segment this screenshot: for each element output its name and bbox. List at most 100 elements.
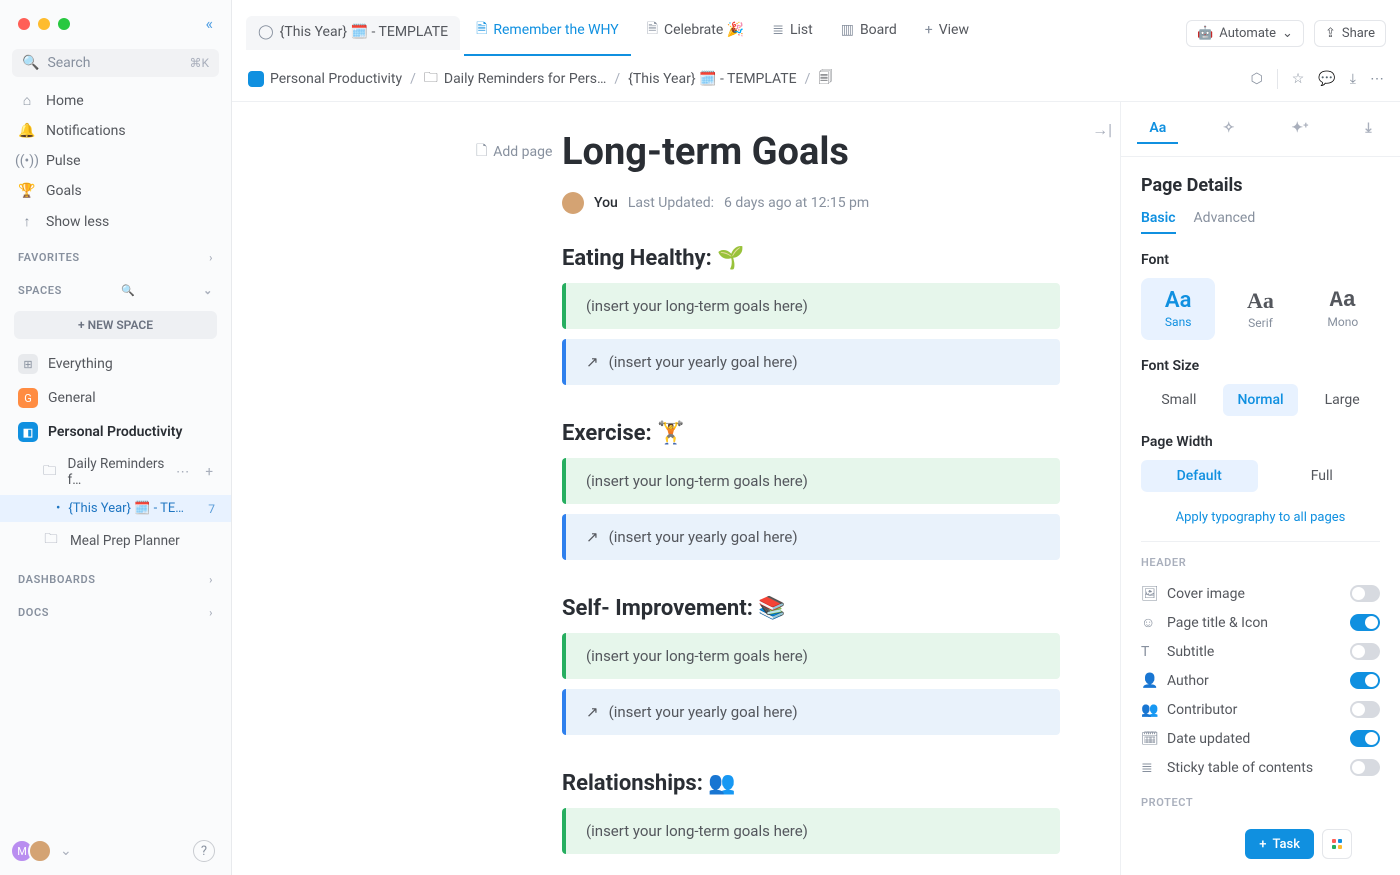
automate-button[interactable]: 🤖Automate⌄ — [1186, 20, 1304, 47]
space-icon: G — [18, 388, 38, 408]
folder-daily-reminders[interactable]: 🗀Daily Reminders f…⋯+ — [0, 449, 231, 495]
width-default[interactable]: Default — [1141, 460, 1258, 492]
chevron-down-icon: ⌄ — [1282, 26, 1293, 41]
tab-remember-why[interactable]: 🗎Remember the WHY — [464, 10, 631, 56]
folder-meal-prep[interactable]: 🗀Meal Prep Planner — [0, 522, 231, 559]
docs-header[interactable]: DOCS› — [0, 592, 231, 625]
plus-icon: + — [925, 22, 933, 38]
toggle-title-icon: ☺Page title & Icon — [1141, 608, 1380, 637]
toggle[interactable] — [1350, 701, 1380, 718]
robot-icon: 🤖 — [1197, 26, 1213, 41]
longterm-goal-block[interactable]: (insert your long-term goals here) — [562, 458, 1060, 504]
toggle[interactable] — [1350, 585, 1380, 602]
yearly-goal-block[interactable]: ↗(insert your yearly goal here) — [562, 514, 1060, 560]
window-maximize[interactable] — [58, 18, 70, 30]
nav-goals[interactable]: 🏆Goals — [0, 176, 231, 206]
yearly-goal-block[interactable]: ↗(insert your yearly goal here) — [562, 339, 1060, 385]
font-label: Font — [1141, 252, 1380, 268]
font-serif[interactable]: AaSerif — [1223, 278, 1297, 340]
star-icon[interactable]: ☆ — [1292, 71, 1305, 87]
toggle[interactable] — [1350, 759, 1380, 776]
section-exercise[interactable]: Exercise: 🏋️ — [562, 421, 1060, 446]
width-full[interactable]: Full — [1264, 460, 1381, 492]
page-width-label: Page Width — [1141, 434, 1380, 450]
search-input[interactable]: 🔍 Search ⌘K — [12, 49, 219, 77]
new-task-button[interactable]: +Task — [1245, 829, 1314, 859]
spaces-header[interactable]: SPACES🔍⌄ — [0, 270, 231, 303]
apps-button[interactable] — [1322, 829, 1352, 859]
toggle[interactable] — [1350, 730, 1380, 747]
toggle[interactable] — [1350, 672, 1380, 689]
yearly-goal-block[interactable]: ↗(insert your yearly goal here) — [562, 689, 1060, 735]
toggle[interactable] — [1350, 643, 1380, 660]
tab-add-view[interactable]: +View — [913, 14, 981, 52]
size-large[interactable]: Large — [1304, 384, 1380, 416]
window-minimize[interactable] — [38, 18, 50, 30]
tab-this-year[interactable]: ◯{This Year} 🗓️ - TEMPLATE — [246, 16, 460, 50]
toggle-subtitle: TSubtitle — [1141, 637, 1380, 666]
subtab-advanced[interactable]: Advanced — [1194, 210, 1256, 234]
font-mono[interactable]: AaMono — [1306, 278, 1380, 340]
calendar-icon: 🗓 — [1141, 731, 1157, 747]
font-sans[interactable]: AaSans — [1141, 278, 1215, 340]
longterm-goal-block[interactable]: (insert your long-term goals here) — [562, 633, 1060, 679]
rpanel-tab-relations[interactable]: ✦⁺ — [1279, 114, 1320, 144]
nav-home[interactable]: ⌂Home — [0, 85, 231, 116]
section-relationships[interactable]: Relationships: 👥 — [562, 771, 1060, 796]
longterm-goal-block[interactable]: (insert your long-term goals here) — [562, 808, 1060, 854]
favorites-header[interactable]: FAVORITES› — [0, 237, 231, 270]
search-shortcut: ⌘K — [189, 56, 209, 70]
space-personal[interactable]: ◧Personal Productivity — [0, 415, 231, 449]
breadcrumb-space[interactable]: Personal Productivity — [248, 71, 402, 87]
tab-celebrate[interactable]: 🗎Celebrate 🎉 — [635, 10, 757, 56]
nav-show-less[interactable]: ↑Show less — [0, 206, 231, 237]
workspace-avatars[interactable]: M — [16, 839, 52, 863]
chevron-down-icon[interactable]: ⌄ — [60, 843, 72, 859]
longterm-goal-block[interactable]: (insert your long-term goals here) — [562, 283, 1060, 329]
download-icon[interactable]: ⤓ — [1350, 71, 1356, 87]
search-icon[interactable]: 🔍 — [121, 284, 135, 297]
tag-icon[interactable]: ⬡ — [1251, 71, 1263, 87]
dashboards-header[interactable]: DASHBOARDS› — [0, 559, 231, 592]
window-close[interactable] — [18, 18, 30, 30]
space-general[interactable]: GGeneral — [0, 381, 231, 415]
doc-icon: 🗐 — [818, 67, 832, 91]
collapse-sidebar-icon[interactable]: « — [205, 14, 213, 33]
list-this-year[interactable]: •{This Year} 🗓️ - TE…7 — [0, 495, 231, 522]
search-placeholder: Search — [47, 55, 90, 71]
section-self-improvement[interactable]: Self- Improvement: 📚 — [562, 596, 1060, 621]
help-button[interactable]: ? — [193, 840, 215, 862]
person-icon: 👤 — [1141, 673, 1157, 689]
arrow-up-right-icon: ↗ — [586, 528, 599, 546]
tab-board[interactable]: ▥Board — [829, 14, 909, 52]
more-icon[interactable]: ⋯ — [1370, 71, 1384, 87]
more-icon[interactable]: ⋯ — [176, 464, 190, 480]
bell-icon: 🔔 — [18, 123, 36, 139]
add-page-button[interactable]: 🗋Add page — [476, 140, 552, 164]
chevron-down-icon[interactable]: ⌄ — [203, 284, 213, 297]
collapse-panel-icon[interactable]: →| — [1092, 120, 1112, 140]
toggle[interactable] — [1350, 614, 1380, 631]
breadcrumb-list[interactable]: {This Year} 🗓️ - TEMPLATE — [628, 71, 796, 87]
doc-icon: 🗎 — [647, 18, 658, 42]
new-space-button[interactable]: + NEW SPACE — [14, 311, 217, 339]
breadcrumb-folder[interactable]: 🗀Daily Reminders for Pers… — [424, 67, 607, 91]
plus-icon[interactable]: + — [205, 464, 213, 480]
space-everything[interactable]: ⊞Everything — [0, 347, 231, 381]
rpanel-tab-ai[interactable]: ✧ — [1211, 114, 1247, 144]
size-small[interactable]: Small — [1141, 384, 1217, 416]
rpanel-tab-export[interactable]: ⤓ — [1353, 114, 1383, 144]
subtab-basic[interactable]: Basic — [1141, 210, 1176, 234]
byline: You Last Updated: 6 days ago at 12:15 pm — [562, 192, 1060, 214]
nav-notifications[interactable]: 🔔Notifications — [0, 116, 231, 146]
nav-pulse[interactable]: ((•))Pulse — [0, 146, 231, 176]
size-normal[interactable]: Normal — [1223, 384, 1299, 416]
section-eating-healthy[interactable]: Eating Healthy: 🌱 — [562, 246, 1060, 271]
comment-icon[interactable]: 💬 — [1318, 71, 1335, 87]
rpanel-tab-typography[interactable]: Aa — [1137, 114, 1178, 144]
apply-typography-link[interactable]: Apply typography to all pages — [1141, 510, 1380, 525]
share-button[interactable]: ⇪Share — [1314, 20, 1386, 47]
tab-list[interactable]: ≣List — [760, 14, 824, 52]
page-title[interactable]: Long-term Goals — [562, 130, 1060, 174]
chevron-right-icon: › — [209, 606, 213, 619]
